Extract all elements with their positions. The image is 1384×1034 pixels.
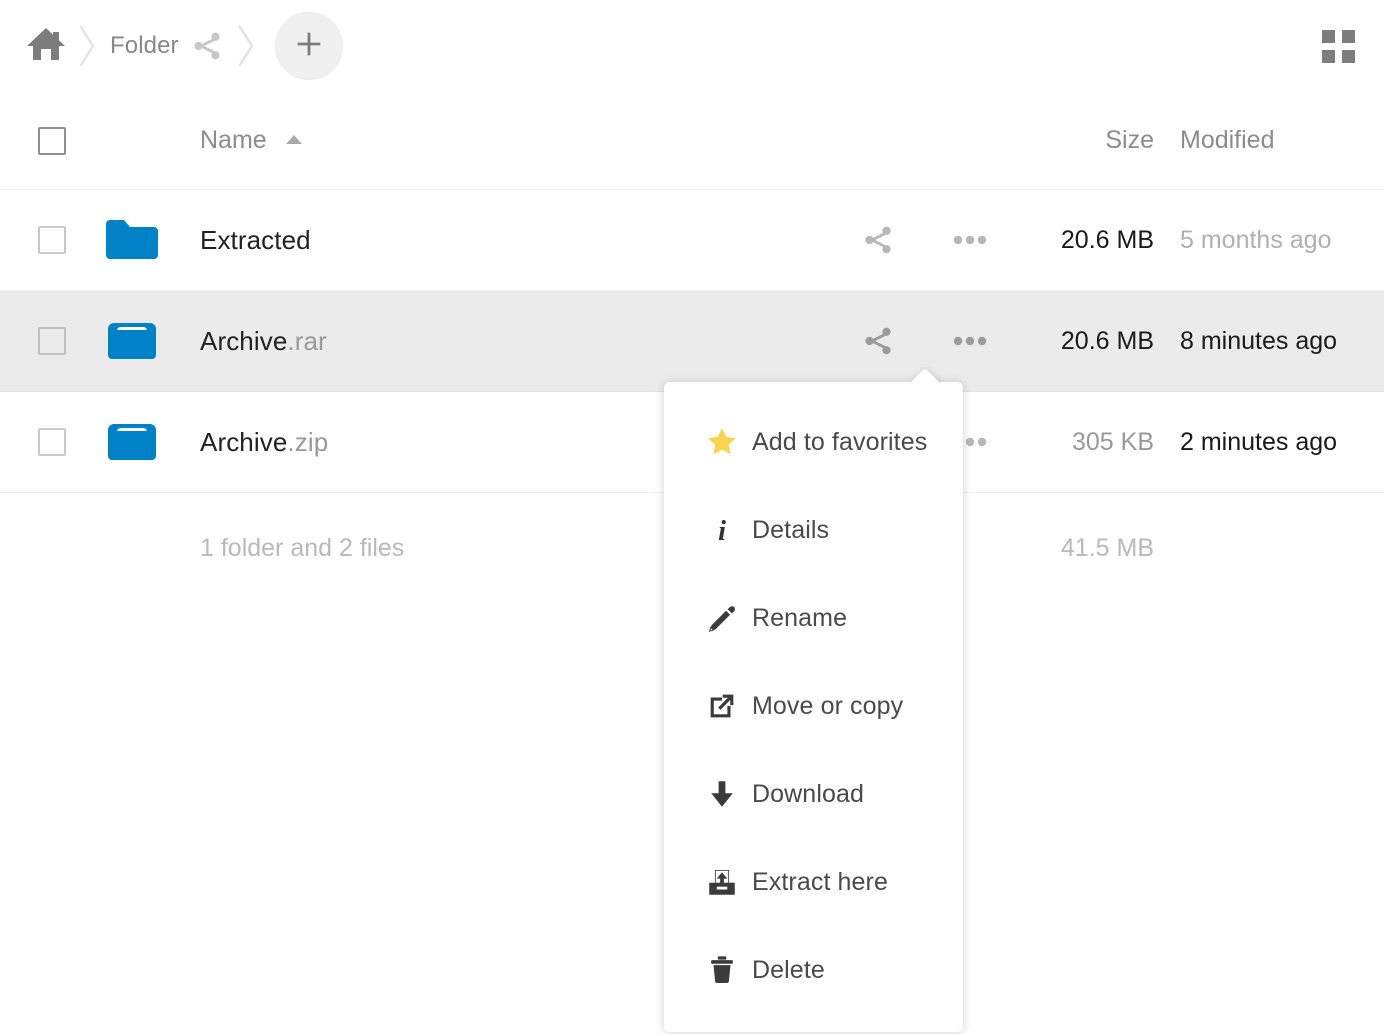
row-select-cell — [0, 226, 104, 254]
file-browser: Folder Name Size Modified Extracted 20.6… — [0, 0, 1384, 1034]
table-header-row: Name Size Modified — [0, 92, 1384, 190]
row-modified: 2 minutes ago — [1180, 427, 1338, 456]
plus-icon — [292, 27, 326, 66]
menu-caret — [909, 367, 941, 383]
file-actions-menu: Add to favorites i Details Rename Move o… — [664, 382, 963, 1032]
file-name-link[interactable]: Archive.rar — [200, 326, 327, 357]
menu-item-extract-here[interactable]: Extract here — [664, 838, 963, 926]
row-select-cell — [0, 327, 104, 355]
share-icon[interactable] — [850, 212, 906, 268]
row-checkbox[interactable] — [38, 226, 66, 254]
row-checkbox[interactable] — [38, 428, 66, 456]
menu-item-add-to-favorites[interactable]: Add to favorites — [664, 398, 963, 486]
archive-icon — [108, 323, 156, 359]
menu-item-details[interactable]: i Details — [664, 486, 963, 574]
row-file-icon — [104, 418, 200, 466]
row-name-cell: Archive.rar — [200, 326, 832, 357]
home-icon — [25, 25, 67, 68]
breadcrumb-folder[interactable]: Folder — [104, 32, 185, 60]
menu-item-label: Download — [752, 779, 864, 808]
menu-item-delete[interactable]: Delete — [664, 926, 963, 1014]
menu-item-move-or-copy[interactable]: Move or copy — [664, 662, 963, 750]
row-actions-cell — [924, 313, 1016, 369]
table-row[interactable]: Extracted 20.6 MB 5 months ago — [0, 190, 1384, 291]
row-modified: 8 minutes ago — [1180, 326, 1338, 355]
star-icon — [692, 425, 752, 459]
breadcrumb: Folder — [0, 12, 343, 80]
trash-icon — [692, 953, 752, 987]
file-name-link[interactable]: Archive.zip — [200, 427, 328, 458]
row-size: 305 KB — [1071, 427, 1154, 456]
share-icon[interactable] — [850, 313, 906, 369]
new-file-button[interactable] — [274, 12, 343, 80]
folder-icon — [106, 220, 158, 259]
breadcrumb-share-icon[interactable] — [185, 22, 229, 70]
row-file-icon — [104, 216, 200, 264]
menu-item-label: Rename — [752, 603, 848, 632]
more-actions-icon[interactable] — [942, 212, 998, 268]
grid-view-icon — [1321, 29, 1355, 63]
breadcrumb-separator — [70, 22, 104, 70]
menu-item-label: Delete — [752, 955, 825, 984]
row-checkbox[interactable] — [38, 327, 66, 355]
extract-icon — [692, 865, 752, 899]
external-link-icon — [692, 689, 752, 723]
row-select-cell — [0, 428, 104, 456]
select-all-cell — [0, 126, 104, 155]
summary-total-size: 41.5 MB — [1060, 533, 1154, 562]
top-bar: Folder — [0, 0, 1384, 92]
row-actions-cell — [924, 212, 1016, 268]
pencil-icon — [692, 601, 752, 635]
breadcrumb-separator — [229, 22, 263, 70]
sort-by-modified-button[interactable]: Modified — [1158, 126, 1384, 155]
sort-ascending-icon — [285, 132, 303, 150]
menu-item-rename[interactable]: Rename — [664, 574, 963, 662]
breadcrumb-home[interactable] — [22, 22, 70, 70]
menu-item-download[interactable]: Download — [664, 750, 963, 838]
header-name-cell: Name — [200, 126, 832, 155]
svg-text:i: i — [718, 516, 726, 547]
menu-item-label: Details — [752, 515, 830, 544]
info-icon: i — [692, 513, 752, 547]
download-icon — [692, 777, 752, 811]
grid-view-toggle[interactable] — [1314, 22, 1362, 70]
sort-by-name-button[interactable]: Name — [200, 126, 267, 155]
row-size: 20.6 MB — [1060, 326, 1154, 355]
row-share-cell — [832, 313, 924, 369]
menu-item-label: Extract here — [752, 867, 888, 896]
file-name-link[interactable]: Extracted — [200, 225, 311, 256]
row-size: 20.6 MB — [1060, 225, 1154, 254]
sort-by-size-button[interactable]: Size — [1016, 126, 1158, 155]
row-file-icon — [104, 317, 200, 365]
row-share-cell — [832, 212, 924, 268]
row-modified: 5 months ago — [1180, 225, 1332, 254]
summary-count: 1 folder and 2 files — [200, 533, 405, 562]
row-name-cell: Extracted — [200, 225, 832, 256]
select-all-checkbox[interactable] — [38, 126, 66, 155]
more-actions-icon[interactable] — [942, 313, 998, 369]
menu-item-label: Add to favorites — [752, 427, 928, 456]
archive-icon — [108, 424, 156, 460]
menu-item-label: Move or copy — [752, 691, 904, 720]
table-row[interactable]: Archive.rar 20.6 MB 8 minutes ago — [0, 291, 1384, 392]
